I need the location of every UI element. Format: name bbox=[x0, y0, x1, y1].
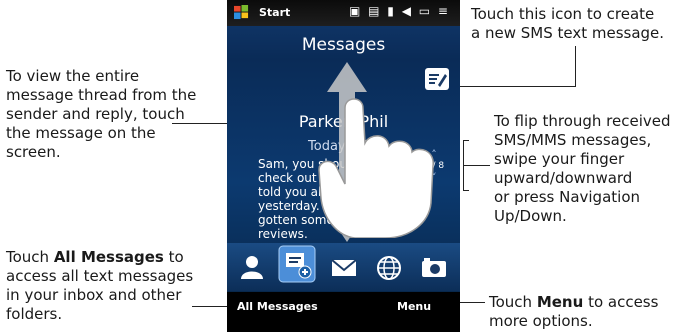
messages-tab-icon[interactable] bbox=[278, 245, 316, 283]
flip-line-4: upward/downward bbox=[494, 169, 633, 187]
compose-leader-h bbox=[457, 86, 576, 87]
allmsg-post: to bbox=[163, 248, 184, 266]
menu-post: to access bbox=[583, 293, 659, 311]
menu-line-2: more options. bbox=[489, 312, 593, 330]
camera-tab-icon[interactable] bbox=[415, 249, 453, 287]
compose-icon[interactable] bbox=[425, 68, 449, 90]
softkey-bar: All Messages Menu bbox=[227, 292, 460, 332]
contact-tab-icon[interactable] bbox=[233, 249, 271, 287]
thread-callout: To view the entire message thread from t… bbox=[6, 67, 196, 162]
allmsg-line-4: folders. bbox=[6, 305, 63, 323]
hand-icon bbox=[318, 98, 434, 238]
flip-leader-line bbox=[464, 165, 490, 166]
thread-line-4: the message on the bbox=[6, 124, 156, 142]
page-title: Messages bbox=[301, 35, 386, 55]
flip-callout: To flip through received SMS/MMS message… bbox=[494, 112, 671, 226]
compose-line-2: a new SMS text message. bbox=[471, 24, 665, 42]
compose-leader-v bbox=[575, 46, 576, 86]
menu-softkey[interactable]: Menu bbox=[397, 300, 431, 313]
flip-line-3: swipe your finger bbox=[494, 150, 625, 168]
thread-line-1: To view the entire bbox=[6, 67, 140, 85]
allmsg-bold: All Messages bbox=[53, 248, 164, 266]
thread-line-3: sender and reply, touch bbox=[6, 105, 185, 123]
thread-line-2: message thread from the bbox=[6, 86, 197, 104]
allmsg-line-3: in your inbox and other bbox=[6, 286, 182, 304]
phone-screen: Start ▣ ▤ ▮ ◀ ▭ ≡ Messages Parker, Phil … bbox=[227, 0, 460, 332]
windows-logo-icon[interactable] bbox=[234, 5, 249, 20]
flip-line-5: or press Navigation bbox=[494, 188, 641, 206]
menu-callout: Touch Menu to access more options. bbox=[489, 293, 658, 331]
email-tab-icon[interactable] bbox=[325, 249, 363, 287]
flip-bracket-bottom bbox=[463, 190, 469, 191]
compose-callout: Touch this icon to create a new SMS text… bbox=[471, 5, 664, 43]
start-label[interactable]: Start bbox=[259, 6, 290, 19]
menu-pre: Touch bbox=[489, 293, 537, 311]
allmsg-callout: Touch All Messages to access all text me… bbox=[6, 248, 193, 324]
flip-line-2: SMS/MMS messages, bbox=[494, 131, 652, 149]
status-icons: ▣ ▤ ▮ ◀ ▭ ≡ bbox=[349, 4, 450, 18]
allmsg-line-2: access all text messages bbox=[6, 267, 194, 285]
internet-tab-icon[interactable] bbox=[370, 249, 408, 287]
flip-line-1: To flip through received bbox=[494, 112, 671, 130]
allmsg-pre: Touch bbox=[6, 248, 54, 266]
all-messages-softkey[interactable]: All Messages bbox=[237, 300, 318, 313]
flip-bracket-top bbox=[463, 140, 469, 141]
tab-bar bbox=[227, 243, 460, 291]
compose-line-1: Touch this icon to create bbox=[471, 5, 655, 23]
status-bar: Start ▣ ▤ ▮ ◀ ▭ ≡ bbox=[227, 0, 460, 26]
thread-line-5: screen. bbox=[6, 143, 61, 161]
flip-line-6: Up/Down. bbox=[494, 207, 567, 225]
menu-bold: Menu bbox=[536, 293, 584, 311]
allmsg-leader-line bbox=[192, 306, 229, 307]
